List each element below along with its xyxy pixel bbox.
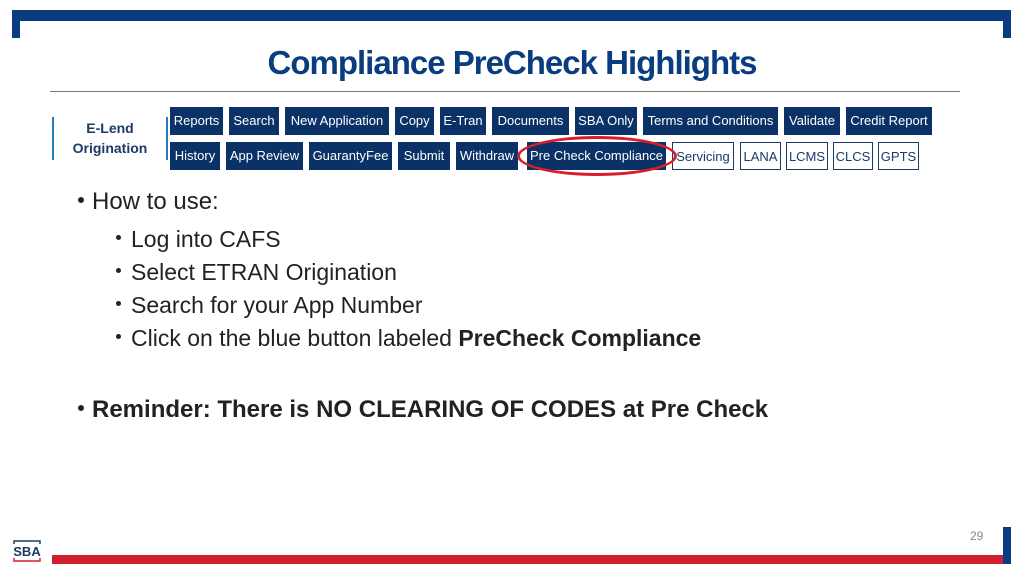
copy-button[interactable]: Copy <box>395 107 434 135</box>
sba-logo-icon: SBA <box>13 540 41 562</box>
title-divider <box>50 91 960 92</box>
bottom-right-corner <box>1003 527 1011 564</box>
logo-text: SBA <box>13 544 41 559</box>
bottom-border-bar <box>52 555 1005 564</box>
step-item: Search for your App Number <box>116 292 422 319</box>
search-button[interactable]: Search <box>229 107 279 135</box>
servicing-button[interactable]: Servicing <box>672 142 734 170</box>
submit-button[interactable]: Submit <box>398 142 450 170</box>
sba-only-button[interactable]: SBA Only <box>575 107 637 135</box>
how-to-use-item: How to use: <box>78 188 219 216</box>
elend-label-line1: E-Lend <box>86 120 134 136</box>
top-left-corner <box>12 10 20 38</box>
step-item: Click on the blue button labeled PreChec… <box>116 325 701 352</box>
guaranty-fee-button[interactable]: GuarantyFee <box>309 142 392 170</box>
top-right-corner <box>1003 10 1011 38</box>
reminder-item: Reminder: There is NO CLEARING OF CODES … <box>78 396 768 424</box>
bullet-icon <box>116 235 121 241</box>
bullet-icon <box>78 404 84 411</box>
history-button[interactable]: History <box>170 142 220 170</box>
precheck-compliance-emphasis: PreCheck Compliance <box>458 325 702 351</box>
slide-title: Compliance PreCheck Highlights <box>267 44 758 81</box>
e-tran-button[interactable]: E-Tran <box>440 107 486 135</box>
bullet-icon <box>78 196 84 203</box>
lcms-button[interactable]: LCMS <box>786 142 828 170</box>
step-item: Log into CAFS <box>116 226 281 253</box>
reports-button[interactable]: Reports <box>170 107 223 135</box>
top-border-bar <box>12 10 1011 21</box>
lana-button[interactable]: LANA <box>740 142 781 170</box>
elend-label-line2: Origination <box>72 140 148 156</box>
bullet-icon <box>116 301 121 307</box>
new-application-button[interactable]: New Application <box>285 107 389 135</box>
step-item: Select ETRAN Origination <box>116 259 397 286</box>
bullet-icon <box>116 334 121 340</box>
bullet-icon <box>116 268 121 274</box>
terms-and-conditions-button[interactable]: Terms and Conditions <box>643 107 778 135</box>
gpts-button[interactable]: GPTS <box>878 142 919 170</box>
withdraw-button[interactable]: Withdraw <box>456 142 518 170</box>
elend-origination-label: E-Lend Origination <box>52 117 168 160</box>
validate-button[interactable]: Validate <box>784 107 840 135</box>
credit-report-button[interactable]: Credit Report <box>846 107 932 135</box>
clcs-button[interactable]: CLCS <box>833 142 873 170</box>
documents-button[interactable]: Documents <box>492 107 569 135</box>
page-number: 29 <box>970 529 984 543</box>
app-review-button[interactable]: App Review <box>226 142 303 170</box>
highlight-circle <box>517 136 677 176</box>
